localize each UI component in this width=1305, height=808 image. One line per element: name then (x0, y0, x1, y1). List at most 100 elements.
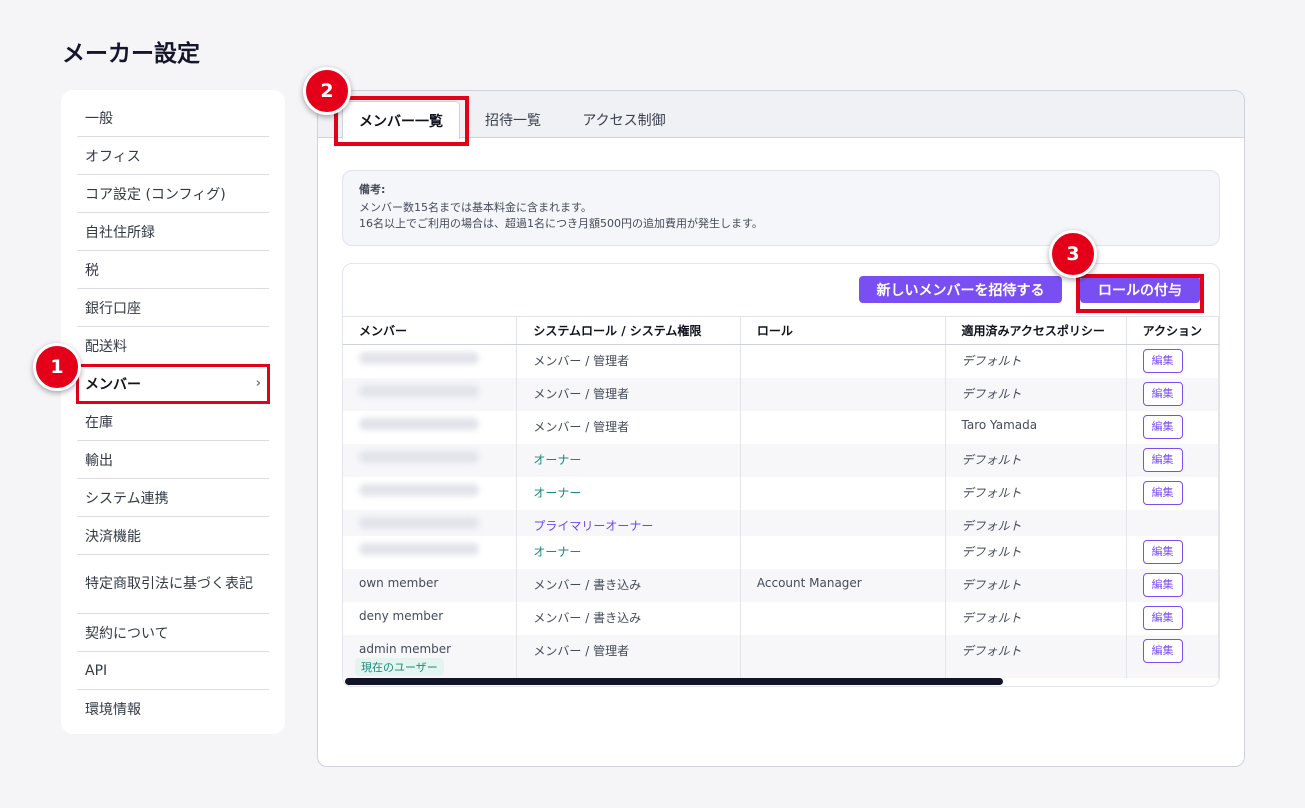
actions-cell: 編集 (1126, 410, 1219, 444)
assign-role-button[interactable]: ロールの付与 (1080, 276, 1200, 303)
tab-member-list[interactable]: メンバー一覧 (342, 101, 460, 139)
actions-cell: 編集 (1126, 344, 1219, 378)
role-cell (740, 509, 946, 536)
member-cell: deny member (343, 601, 518, 635)
member-cell: own member (343, 568, 518, 602)
table-row: admin member 現在のユーザー メンバー / 管理者 デフォルト 編集 (343, 634, 1219, 678)
tab-access-control[interactable]: アクセス制御 (574, 101, 674, 139)
step-badge-1: 1 (33, 343, 81, 391)
policy-cell: デフォルト (945, 634, 1127, 678)
role-cell (740, 443, 946, 477)
blurred-member-name (359, 542, 479, 555)
edit-button[interactable]: 編集 (1142, 381, 1183, 406)
system-role-cell: オーナー (516, 535, 741, 569)
chevron-right-icon: › (255, 376, 261, 391)
sidebar-item-inventory[interactable]: 在庫 (77, 403, 269, 441)
sidebar-item-bank-account[interactable]: 銀行口座 (77, 289, 269, 327)
policy-cell: デフォルト (945, 509, 1127, 536)
system-role-cell: メンバー / 書き込み (516, 568, 741, 602)
actions-cell: 編集 (1126, 443, 1219, 477)
sidebar-item-general[interactable]: 一般 (77, 99, 269, 137)
edit-button[interactable]: 編集 (1142, 539, 1183, 564)
system-role-cell: メンバー / 管理者 (516, 634, 741, 678)
role-cell (740, 634, 946, 678)
current-user-badge: 現在のユーザー (355, 657, 444, 676)
sidebar-item-payment[interactable]: 決済機能 (77, 517, 269, 555)
sidebar-item-api[interactable]: API (77, 652, 269, 690)
column-header-member: メンバー (343, 316, 518, 345)
table-row: オーナー デフォルト 編集 (343, 535, 1219, 569)
role-cell (740, 410, 946, 444)
sidebar-item-label: 税 (85, 262, 99, 279)
policy-cell: デフォルト (945, 476, 1127, 510)
table-row: メンバー / 管理者 デフォルト 編集 (343, 377, 1219, 411)
edit-button[interactable]: 編集 (1142, 572, 1183, 597)
sidebar-item-label: オフィス (85, 148, 141, 165)
blurred-member-name (359, 417, 479, 430)
sidebar-item-label: システム連携 (85, 490, 169, 507)
horizontal-scrollbar[interactable] (345, 678, 1003, 685)
sidebar-item-environment[interactable]: 環境情報 (77, 690, 269, 728)
sidebar-item-export[interactable]: 輸出 (77, 441, 269, 479)
invite-member-button[interactable]: 新しいメンバーを招待する (859, 276, 1062, 303)
table-row: オーナー デフォルト 編集 (343, 476, 1219, 510)
edit-button[interactable]: 編集 (1142, 480, 1183, 505)
tab-bar: メンバー一覧 招待一覧 アクセス制御 (318, 91, 1244, 146)
step-badge-3: 3 (1049, 230, 1097, 278)
members-card: 新しいメンバーを招待する ロールの付与 メンバー システムロール / システム権… (342, 263, 1220, 687)
edit-button[interactable]: 編集 (1142, 605, 1183, 630)
policy-cell: デフォルト (945, 377, 1127, 411)
sidebar-item-office[interactable]: オフィス (77, 137, 269, 175)
actions-cell: 編集 (1126, 476, 1219, 510)
member-cell (343, 476, 518, 510)
edit-button[interactable]: 編集 (1142, 638, 1183, 663)
sidebar-item-label: API (85, 662, 108, 679)
system-role-cell: オーナー (516, 443, 741, 477)
blurred-member-name (359, 483, 479, 496)
role-cell: Account Manager (740, 568, 946, 602)
table-row: メンバー / 管理者 Taro Yamada 編集 (343, 410, 1219, 444)
policy-cell: デフォルト (945, 443, 1127, 477)
system-role-cell: メンバー / 管理者 (516, 410, 741, 444)
sidebar-item-label: メンバー (85, 376, 141, 393)
system-role-cell: メンバー / 書き込み (516, 601, 741, 635)
blurred-member-name (359, 352, 479, 364)
member-cell (343, 509, 518, 536)
sidebar-item-label: 輸出 (85, 452, 113, 469)
column-header-role: ロール (740, 316, 946, 345)
system-role-cell: オーナー (516, 476, 741, 510)
member-cell (343, 443, 518, 477)
member-cell (343, 344, 518, 378)
sidebar-item-shipping[interactable]: 配送料 (77, 327, 269, 365)
member-cell (343, 377, 518, 411)
sidebar-item-members[interactable]: メンバー › (76, 364, 270, 404)
members-panel: メンバー一覧 招待一覧 アクセス制御 備考: メンバー数15名までは基本料金に含… (317, 90, 1245, 767)
sidebar-item-system-integration[interactable]: システム連携 (77, 479, 269, 517)
role-cell (740, 476, 946, 510)
sidebar-item-contract[interactable]: 契約について (77, 614, 269, 652)
policy-cell: デフォルト (945, 568, 1127, 602)
column-header-system-role: システムロール / システム権限 (516, 316, 741, 345)
member-cell (343, 410, 518, 444)
edit-button[interactable]: 編集 (1142, 349, 1183, 373)
table-row: deny member メンバー / 書き込み デフォルト 編集 (343, 601, 1219, 635)
sidebar-item-label: コア設定 (コンフィグ) (85, 186, 226, 203)
sidebar-item-label: 配送料 (85, 338, 127, 355)
table-row: own member メンバー / 書き込み Account Manager デ… (343, 568, 1219, 602)
member-name: admin member (359, 641, 452, 656)
sidebar-item-tax[interactable]: 税 (77, 251, 269, 289)
system-role-cell: メンバー / 管理者 (516, 377, 741, 411)
policy-cell: デフォルト (945, 344, 1127, 378)
sidebar-item-core-config[interactable]: コア設定 (コンフィグ) (77, 175, 269, 213)
member-cell: admin member 現在のユーザー (343, 634, 518, 678)
sidebar-item-commercial-law[interactable]: 特定商取引法に基づく表記 (77, 555, 269, 614)
sidebar-item-address-book[interactable]: 自社住所録 (77, 213, 269, 251)
step-badge-2: 2 (303, 67, 351, 115)
edit-button[interactable]: 編集 (1142, 414, 1183, 439)
role-cell (740, 344, 946, 378)
actions-cell: 編集 (1126, 568, 1219, 602)
blurred-member-name (359, 450, 479, 463)
edit-button[interactable]: 編集 (1142, 447, 1183, 472)
tab-invitations[interactable]: 招待一覧 (476, 101, 550, 139)
sidebar-item-label: 自社住所録 (85, 224, 155, 241)
